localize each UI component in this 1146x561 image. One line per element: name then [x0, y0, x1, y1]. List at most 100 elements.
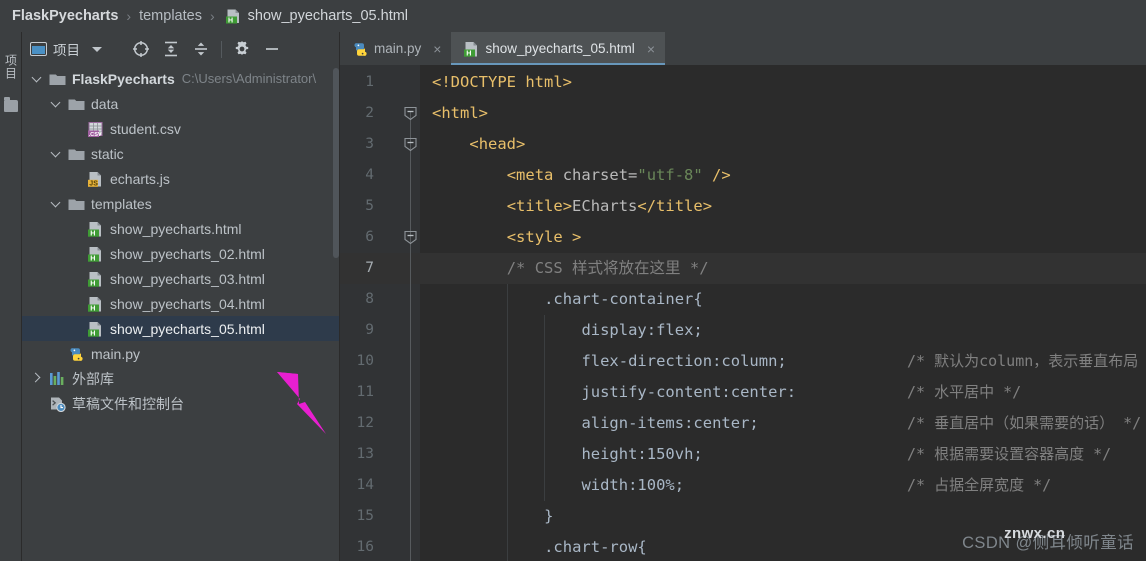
- tree-row[interactable]: data: [22, 91, 340, 116]
- code-token: charset=: [562, 166, 638, 184]
- fold-toggle-icon[interactable]: [403, 106, 418, 121]
- line-number: 7: [365, 260, 374, 276]
- html-file-icon: H: [87, 271, 104, 287]
- chevron-down-icon[interactable]: [51, 198, 62, 209]
- code-line[interactable]: height:150vh;: [581, 439, 702, 470]
- code-surface[interactable]: <!DOCTYPE html> <html> <head> <meta charset…: [420, 65, 1146, 561]
- code-line[interactable]: align-items:center;: [581, 408, 758, 439]
- code-line[interactable]: <!DOCTYPE html>: [432, 67, 572, 98]
- html-file-icon: H: [87, 221, 104, 237]
- line-number: 9: [365, 322, 374, 338]
- select-opened-file-icon[interactable]: [126, 36, 156, 62]
- editor-tab[interactable]: main.py ×: [340, 32, 451, 65]
- tree-row[interactable]: templates: [22, 191, 340, 216]
- tree-row[interactable]: static: [22, 141, 340, 166]
- tree-row[interactable]: FlaskPyecharts C:\Users\Administrator\: [22, 66, 340, 91]
- chevron-down-icon[interactable]: [51, 98, 62, 109]
- code-line[interactable]: display:flex;: [581, 315, 702, 346]
- line-number: 13: [356, 446, 374, 462]
- editor-tab[interactable]: Hshow_pyecharts_05.html ×: [451, 32, 665, 65]
- fold-toggle-icon[interactable]: [403, 137, 418, 152]
- close-icon[interactable]: ×: [433, 41, 441, 57]
- editor-tab-label: show_pyecharts_05.html: [485, 41, 635, 56]
- code-line[interactable]: .chart-container{: [544, 284, 703, 315]
- line-number: 2: [365, 105, 374, 121]
- fold-connector: [410, 112, 411, 238]
- project-title-dropdown[interactable]: 项目: [30, 39, 102, 59]
- code-line[interactable]: /* CSS 样式将放在这里 */: [507, 253, 709, 284]
- line-number: 4: [365, 167, 374, 183]
- tree-row-label: show_pyecharts.html: [110, 220, 242, 237]
- tree-row[interactable]: 外部库: [22, 366, 340, 391]
- chevron-down-icon[interactable]: [92, 46, 102, 52]
- tree-row[interactable]: 草稿文件和控制台: [22, 391, 340, 416]
- tree-row[interactable]: main.py: [22, 341, 340, 366]
- code-token: ECharts: [572, 197, 638, 215]
- tree-row[interactable]: Hshow_pyecharts_03.html: [22, 266, 340, 291]
- code-token: flex-direction:column;: [581, 352, 787, 370]
- code-token: display:flex;: [581, 321, 703, 339]
- library-icon: [49, 371, 66, 387]
- code-line[interactable]: <style >: [507, 222, 582, 253]
- line-number: 14: [356, 477, 374, 493]
- code-line[interactable]: <head>: [469, 129, 525, 160]
- code-line[interactable]: .chart-row{: [544, 532, 647, 561]
- fold-toggle-icon[interactable]: [403, 230, 418, 245]
- project-panel: 项目 FlaskPyecharts C:\Users\Administrator…: [22, 32, 340, 561]
- scratches-icon: [49, 396, 66, 412]
- code-token: .chart-row{: [544, 538, 647, 556]
- trailing-comment: /* 根据需要设置容器高度 */: [907, 445, 1112, 463]
- collapse-all-icon[interactable]: [186, 36, 216, 62]
- tree-row[interactable]: JS echarts.js: [22, 166, 340, 191]
- tree-arrow-spacer: [70, 248, 81, 259]
- editor-gutter[interactable]: 1 2 3 4 5 6 7 8 9 10 11 12 13 14 15 16: [340, 65, 420, 561]
- line-number: 11: [356, 384, 374, 400]
- folder-icon[interactable]: [4, 97, 18, 112]
- tree-arrow-spacer: [70, 223, 81, 234]
- editor-tab-label: main.py: [374, 41, 422, 56]
- svg-text:H: H: [90, 253, 95, 262]
- project-toolbar-buttons: [126, 36, 287, 62]
- tree-row[interactable]: Hshow_pyecharts.html: [22, 216, 340, 241]
- code-line[interactable]: flex-direction:column;: [581, 346, 786, 377]
- code-token: <head>: [469, 135, 526, 153]
- code-line[interactable]: }: [544, 501, 553, 532]
- breadcrumb-root[interactable]: FlaskPyecharts: [12, 8, 118, 24]
- project-tree[interactable]: FlaskPyecharts C:\Users\Administrator\ dat…: [22, 66, 340, 561]
- code-line[interactable]: justify-content:center:: [581, 377, 796, 408]
- project-toolbar: 项目: [22, 32, 340, 66]
- expand-all-icon[interactable]: [156, 36, 186, 62]
- python-file-icon: [68, 346, 85, 362]
- code-line[interactable]: <html>: [432, 98, 488, 129]
- close-icon[interactable]: ×: [647, 41, 655, 57]
- tree-row[interactable]: Hshow_pyecharts_04.html: [22, 291, 340, 316]
- code-token: <style >: [506, 228, 582, 246]
- html-file-icon: H: [87, 321, 104, 337]
- sidebar-tab-project[interactable]: 项目: [1, 38, 21, 96]
- breadcrumb-folder[interactable]: templates: [139, 8, 202, 24]
- code-line[interactable]: width:100%;: [581, 470, 684, 501]
- gear-icon[interactable]: [227, 36, 257, 62]
- line-number: 16: [356, 539, 374, 555]
- line-number: 3: [365, 136, 374, 152]
- chevron-down-icon[interactable]: [32, 73, 43, 84]
- tree-row-selected[interactable]: Hshow_pyecharts_05.html: [22, 316, 340, 341]
- chevron-right-icon[interactable]: [32, 373, 43, 384]
- tree-row[interactable]: .CSV student.csv: [22, 116, 340, 141]
- tree-row[interactable]: Hshow_pyecharts_02.html: [22, 241, 340, 266]
- sidebar-tab-project-label: 项目: [3, 54, 18, 80]
- tree-arrow-spacer: [70, 298, 81, 309]
- tree-arrow-spacer: [70, 323, 81, 334]
- html-file-icon: H: [87, 246, 104, 262]
- project-window-icon: [30, 42, 47, 56]
- html-file-icon: H: [225, 8, 242, 29]
- minimize-icon[interactable]: [257, 36, 287, 62]
- tree-arrow-spacer: [70, 273, 81, 284]
- code-token: align-items:center;: [581, 414, 759, 432]
- code-line[interactable]: <title>ECharts</title>: [507, 191, 712, 222]
- tree-arrow-spacer: [51, 348, 62, 359]
- chevron-down-icon[interactable]: [51, 148, 62, 159]
- tree-row-label: main.py: [91, 345, 141, 362]
- breadcrumb-file[interactable]: show_pyecharts_05.html: [248, 8, 408, 24]
- code-line[interactable]: <meta charset="utf-8" />: [507, 160, 731, 191]
